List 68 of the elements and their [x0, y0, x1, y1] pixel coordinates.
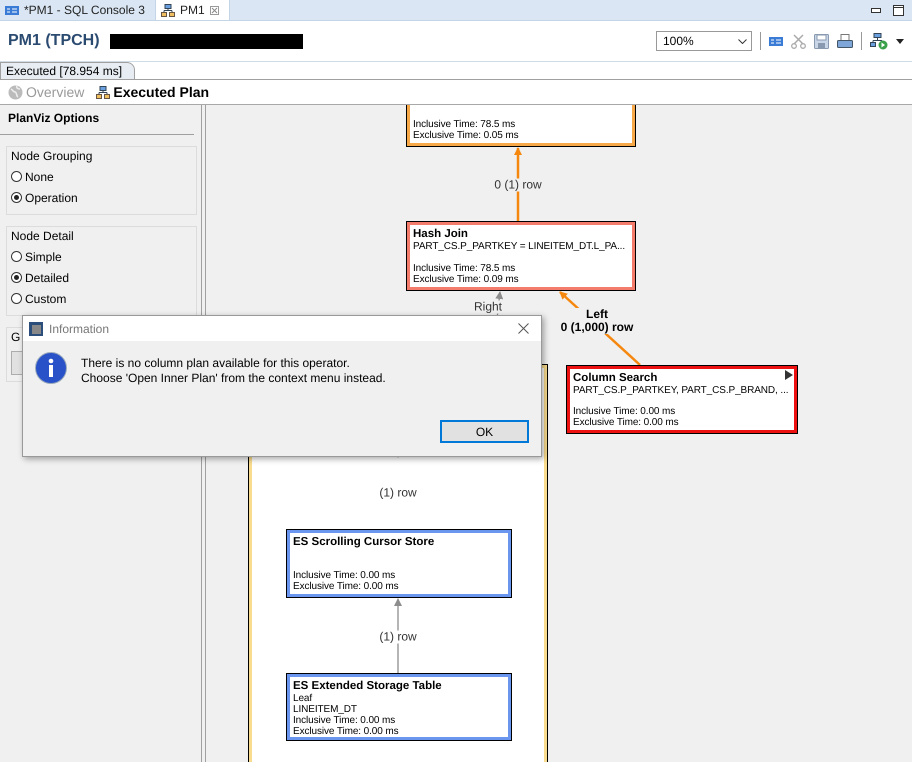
node-detail: LINEITEM_DT: [293, 704, 357, 715]
app-icon: [29, 322, 43, 336]
node-time: Inclusive Time: 0.00 ms: [573, 406, 676, 417]
plan-run-icon[interactable]: [870, 32, 888, 50]
chevron-icon: [738, 38, 747, 44]
dialog-message: Choose 'Open Inner Plan' from the context menu instead.: [81, 371, 386, 386]
edge-label: Right: [474, 300, 502, 314]
radio-label[interactable]: None: [25, 170, 54, 184]
plan-node[interactable]: Column Search PART_CS.P_PARTKEY, PART_CS.P_BRAND, ... Inclusive Time: 0.00 ms Exclusive Time: 0.00 ms: [566, 365, 798, 434]
zoom-dropdown[interactable]: 100%: [656, 31, 752, 51]
node-time: Inclusive Time: 0.00 ms: [293, 570, 396, 581]
view-tab[interactable]: Executed Plan: [96, 84, 210, 100]
node-detail: PART_CS.P_PARTKEY, PART_CS.P_BRAND, ...: [573, 385, 788, 396]
print-icon[interactable]: [837, 34, 853, 48]
node-title: Hash Join: [413, 227, 468, 241]
dialog-title: Information: [49, 322, 110, 336]
node-title: ES Extended Storage Table: [293, 679, 442, 693]
plan-node[interactable]: Inclusive Time: 78.5 ms Exclusive Time: 0.05 ms: [406, 105, 636, 147]
radio-label[interactable]: Simple: [25, 250, 62, 264]
editor-tab[interactable]: PM1: [156, 0, 230, 20]
node-time: Exclusive Time: 0.00 ms: [573, 417, 679, 428]
node-detail: PART_CS.P_PARTKEY = LINEITEM_DT.L_PA...: [413, 241, 626, 252]
plan-node[interactable]: Hash Join PART_CS.P_PARTKEY = LINEITEM_DT.L_PA... Inclusive Time: 78.5 ms Exclusive Time: 0.09 ms: [406, 221, 636, 291]
radio-button[interactable]: [11, 171, 22, 182]
node-time: Exclusive Time: 0.00 ms: [293, 726, 399, 737]
node-time: Exclusive Time: 0.05 ms: [413, 130, 519, 141]
save-icon[interactable]: [814, 34, 829, 48]
ok-button[interactable]: OK: [440, 420, 529, 443]
edge-label: 0 (1) row: [494, 178, 542, 192]
edge-label: (1) row: [379, 486, 417, 500]
node-title: Column Search: [573, 371, 658, 385]
executed-tab[interactable]: Executed [78.954 ms]: [0, 62, 136, 79]
dropdown-caret-icon[interactable]: [896, 38, 904, 44]
plan-icon: [96, 86, 110, 98]
node-time: Exclusive Time: 0.00 ms: [293, 581, 399, 592]
expand-icon[interactable]: [785, 370, 793, 380]
node-detail: Leaf: [293, 693, 312, 704]
plan-node[interactable]: ES Scrolling Cursor Store Inclusive Time: 0.00 ms Exclusive Time: 0.00 ms: [286, 529, 512, 598]
node-time: Inclusive Time: 0.00 ms: [293, 715, 396, 726]
options-title: PlanViz Options: [0, 111, 194, 135]
radio-label[interactable]: Detailed: [25, 270, 70, 284]
dialog-message: There is no column plan available for this operator.: [81, 356, 351, 371]
radio-button[interactable]: [11, 192, 22, 203]
group-title: G: [11, 330, 20, 344]
node-title: ES Scrolling Cursor Store: [293, 535, 434, 549]
group-title: Node Detail: [11, 229, 75, 243]
close-icon[interactable]: [518, 323, 529, 334]
node-time: Exclusive Time: 0.09 ms: [413, 274, 519, 285]
radio-button[interactable]: [11, 251, 22, 262]
editor-tab[interactable]: *PM1 - SQL Console 3: [0, 0, 156, 20]
plan-node[interactable]: ES Extended Storage Table Leaf LINEITEM_DT Inclusive Time: 0.00 ms Exclusive Time: 0.00 ms: [286, 673, 512, 741]
node-time: Inclusive Time: 78.5 ms: [413, 119, 516, 130]
globe-icon: [8, 84, 23, 100]
node-time: Inclusive Time: 78.5 ms: [413, 263, 516, 274]
maximize-icon[interactable]: [893, 4, 904, 16]
edge-label: Left: [586, 308, 608, 321]
edge-label: 0 (1,000) row: [560, 321, 634, 334]
radio-button[interactable]: [11, 272, 22, 283]
radio-label[interactable]: Custom: [25, 292, 66, 306]
plan-icon: [160, 4, 175, 16]
edge-label: (1) row: [379, 630, 417, 644]
radio-button[interactable]: [11, 293, 22, 304]
radio-label[interactable]: Operation: [25, 190, 78, 204]
minimize-icon[interactable]: [871, 8, 881, 12]
close-icon[interactable]: [210, 6, 219, 14]
info-icon: [35, 352, 67, 384]
editor-title: PM1 (TPCH): [8, 32, 100, 50]
group-title: Node Grouping: [11, 149, 94, 163]
